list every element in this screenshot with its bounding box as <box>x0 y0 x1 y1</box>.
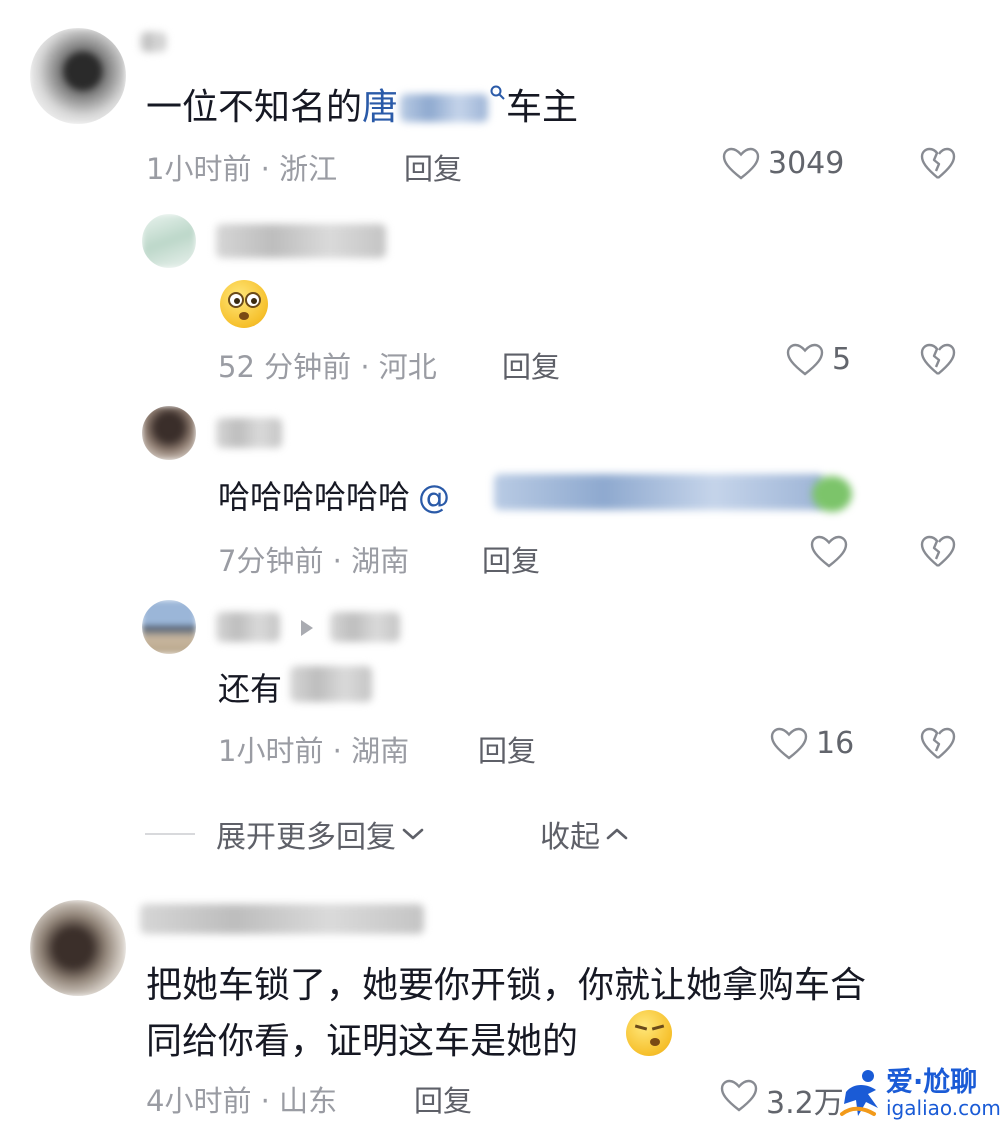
username-redacted[interactable] <box>140 904 424 934</box>
comment-text-line2: 同给你看，证明这车是她的 <box>146 1021 579 1062</box>
reply-button[interactable]: 回复 <box>502 344 560 386</box>
like-count: 16 <box>816 726 855 761</box>
like-count: 5 <box>832 342 852 377</box>
reply-button[interactable]: 回复 <box>414 1078 472 1120</box>
reply-to-username-redacted[interactable] <box>330 612 400 642</box>
play-arrow-icon <box>301 620 313 636</box>
reply-button[interactable]: 回复 <box>482 538 540 580</box>
broken-heart-icon[interactable] <box>920 147 956 181</box>
heart-outline-icon[interactable] <box>720 1079 758 1113</box>
broken-heart-icon[interactable] <box>920 535 956 569</box>
collapse-label: 收起 <box>540 820 600 855</box>
reply-text-content: 哈哈哈哈哈哈 <box>218 478 411 516</box>
expand-more-replies-button[interactable]: 展开更多回复 <box>216 814 426 855</box>
username-redacted[interactable] <box>140 32 166 52</box>
reply-text: 还有 <box>218 670 283 708</box>
reply-avatar[interactable] <box>142 406 196 460</box>
emoji-icon <box>812 476 852 512</box>
heart-outline-icon[interactable] <box>722 147 760 181</box>
comment-text-prefix: 一位不知名的 <box>146 87 363 128</box>
comment-text-line: 同给你看，证明这车是她的 <box>146 1012 578 1064</box>
astonished-emoji-icon <box>220 280 268 328</box>
username-redacted[interactable] <box>216 224 386 258</box>
heart-outline-icon[interactable] <box>810 535 848 569</box>
reply-avatar[interactable] <box>142 600 196 654</box>
thread-divider <box>145 833 195 835</box>
redacted-text <box>290 666 372 702</box>
heart-outline-icon[interactable] <box>786 343 824 377</box>
like-count: 3.2万 <box>766 1086 844 1121</box>
broken-heart-icon[interactable] <box>920 343 956 377</box>
search-link-text[interactable]: 唐 <box>362 87 398 128</box>
watermark-logo-icon <box>840 1070 878 1116</box>
reply-avatar[interactable] <box>142 214 196 268</box>
username-redacted[interactable] <box>216 612 280 642</box>
mention-link[interactable]: @ <box>418 478 450 516</box>
search-icon[interactable] <box>490 85 506 101</box>
expand-label: 展开更多回复 <box>216 820 396 855</box>
comment-text-line: 把她车锁了，她要你开锁，你就让她拿购车合 <box>146 965 867 1006</box>
watermark-domain: igaliao.com <box>886 1096 1000 1120</box>
avatar[interactable] <box>30 28 126 124</box>
redacted-text <box>400 94 489 122</box>
watermark-brand: 爱·尬聊 <box>886 1067 978 1098</box>
reply-button[interactable]: 回复 <box>478 728 536 770</box>
reply-meta: 1小时前 · 湖南 <box>218 734 410 768</box>
reply-button[interactable]: 回复 <box>404 146 462 188</box>
sly-emoji-icon <box>626 1010 672 1056</box>
reply-meta: 7分钟前 · 湖南 <box>218 544 410 578</box>
chevron-down-icon <box>402 828 424 840</box>
mention-username-redacted[interactable] <box>494 474 824 510</box>
collapse-replies-button[interactable]: 收起 <box>540 814 630 855</box>
heart-outline-icon[interactable] <box>770 727 808 761</box>
avatar[interactable] <box>30 900 126 996</box>
reply-meta: 52 分钟前 · 河北 <box>218 350 437 384</box>
username-redacted[interactable] <box>216 418 282 448</box>
watermark: 爱·尬聊 igaliao.com <box>838 1060 1000 1130</box>
comment-text-suffix: 车主 <box>506 87 579 128</box>
comment-text: 一位不知名的唐 车主 <box>146 78 578 130</box>
comment-meta: 4小时前 · 山东 <box>146 1084 338 1118</box>
broken-heart-icon[interactable] <box>920 727 956 761</box>
chevron-up-icon <box>606 828 628 840</box>
comment-meta: 1小时前 · 浙江 <box>146 152 338 186</box>
reply-text: 哈哈哈哈哈哈 @ <box>218 472 450 518</box>
like-count: 3049 <box>768 146 845 181</box>
